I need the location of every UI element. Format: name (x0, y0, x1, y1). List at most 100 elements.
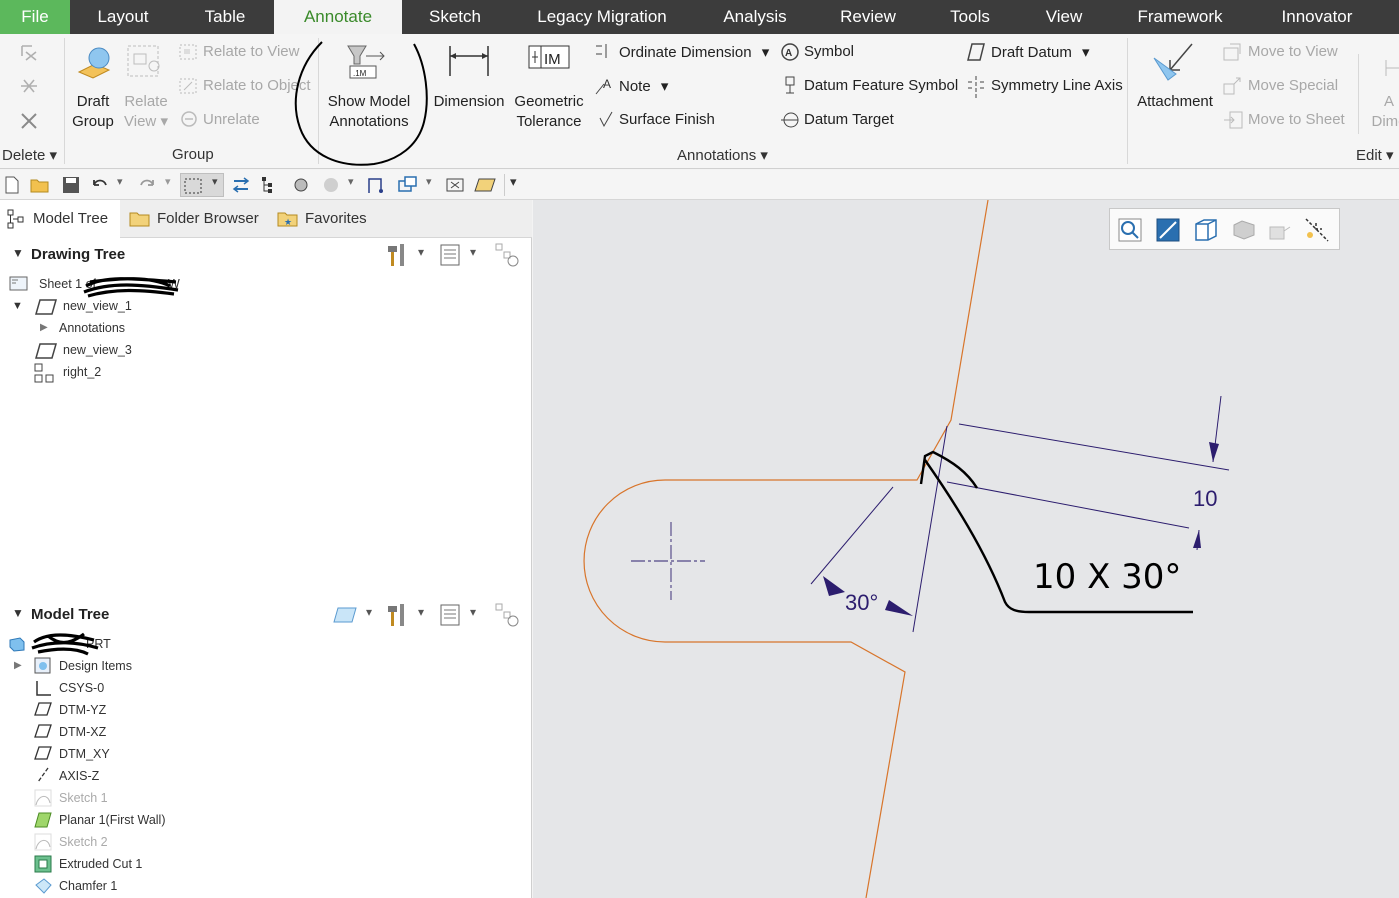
unrelate-button[interactable]: Unrelate (203, 111, 260, 128)
save-icon[interactable] (62, 176, 80, 194)
settings-tools-icon[interactable] (386, 602, 410, 628)
collapse-arrow-icon[interactable]: ▼ (12, 606, 24, 620)
geometric-tolerance-icon[interactable]: IM (526, 42, 572, 84)
view-manager-icon[interactable] (398, 176, 418, 194)
tree-item-dtm-xz[interactable]: DTM-XZ (59, 725, 106, 739)
sheet-icon[interactable] (474, 176, 496, 194)
saved-orientation-icon[interactable] (1266, 217, 1294, 243)
refit-icon[interactable] (1156, 218, 1180, 242)
delete-row-icon[interactable] (18, 42, 40, 64)
tree-item-dtm-xy[interactable]: DTM_XY (59, 747, 110, 761)
tree-item-design-items[interactable]: Design Items (59, 659, 132, 673)
symmetry-line-axis-button[interactable]: Symmetry Line Axis (991, 77, 1123, 94)
datum-display-icon[interactable] (366, 175, 386, 195)
move-to-view-button[interactable]: Move to View (1248, 43, 1338, 60)
delete-icon[interactable] (18, 110, 40, 132)
customize-dropdown-icon[interactable]: ▾ (510, 175, 517, 190)
menu-analysis[interactable]: Analysis (712, 0, 798, 34)
display-style-icon[interactable] (1230, 217, 1258, 243)
annotations-group-label[interactable]: Annotations ▾ (677, 146, 768, 164)
draft-group-button[interactable]: Draft Group (70, 92, 116, 132)
menu-annotate[interactable]: Annotate (274, 0, 402, 34)
dropdown-arrow-icon[interactable]: ▾ (470, 605, 476, 619)
dimension-icon[interactable] (446, 42, 492, 84)
menu-tools[interactable]: Tools (938, 0, 1002, 34)
tab-favorites[interactable]: ★ Favorites (274, 200, 394, 238)
tree-item-new-view-1[interactable]: new_view_1 (63, 299, 132, 313)
tree-item-sketch-2[interactable]: Sketch 2 (59, 835, 108, 849)
shading-icon[interactable] (322, 176, 340, 194)
dropdown-arrow-icon[interactable]: ▾ (470, 245, 476, 259)
dropdown-arrow-icon[interactable]: ▾ (348, 175, 354, 188)
menu-view[interactable]: View (1032, 0, 1096, 34)
new-icon[interactable] (4, 176, 20, 194)
menu-sketch[interactable]: Sketch (414, 0, 496, 34)
tab-folder-browser[interactable]: Folder Browser (124, 200, 270, 238)
relate-to-view-button[interactable]: Relate to View (203, 43, 299, 60)
expand-arrow-icon[interactable]: ▶ (40, 322, 48, 333)
part-icon[interactable] (332, 604, 360, 626)
menu-table[interactable]: Table (190, 0, 260, 34)
collapse-arrow-icon[interactable]: ▼ (12, 300, 23, 312)
dropdown-arrow-icon[interactable]: ▾ (165, 175, 171, 188)
relate-view-button[interactable]: Relate View ▾ (120, 92, 172, 132)
dropdown-arrow-icon[interactable]: ▾ (366, 605, 372, 619)
angle-dimension-text[interactable]: 30° (845, 590, 878, 615)
part-outline[interactable] (583, 200, 989, 898)
tree-item-csys-0[interactable]: CSYS-0 (59, 681, 104, 695)
expand-arrow-icon[interactable]: ▶ (14, 660, 22, 671)
attachment-button[interactable]: Attachment (1134, 92, 1216, 112)
symbol-button[interactable]: Symbol (804, 43, 854, 60)
select-box-button[interactable]: ▾ (180, 173, 224, 197)
delete-column-icon[interactable] (18, 76, 40, 98)
tree-item-sketch-1[interactable]: Sketch 1 (59, 791, 108, 805)
filter-tree-icon[interactable] (494, 602, 520, 628)
close-window-icon[interactable] (446, 176, 464, 194)
drawing-canvas[interactable]: 30° 10 10 X 30° (533, 200, 1399, 898)
tree-item-chamfer-1[interactable]: Chamfer 1 (59, 879, 117, 893)
draft-group-icon[interactable] (73, 42, 115, 84)
tree-item-annotations[interactable]: Annotations (59, 321, 125, 335)
datum-target-button[interactable]: Datum Target (804, 111, 894, 128)
menu-innovator[interactable]: Innovator (1264, 0, 1370, 34)
tree-item-extruded-cut-1[interactable]: Extruded Cut 1 (59, 857, 142, 871)
length-dimension-text[interactable]: 10 (1193, 486, 1217, 511)
draft-datum-button[interactable]: Draft Datum ▾ (991, 43, 1090, 61)
datum-feature-symbol-button[interactable]: Datum Feature Symbol (804, 77, 958, 94)
display-style-icon[interactable] (292, 176, 310, 194)
dropdown-arrow-icon[interactable]: ▾ (418, 245, 424, 259)
menu-review[interactable]: Review (826, 0, 910, 34)
tree-item-right-2[interactable]: right_2 (63, 365, 101, 379)
dimension-button[interactable]: Dimension (430, 92, 508, 112)
relate-view-icon[interactable] (124, 42, 166, 84)
geometric-tolerance-button[interactable]: Geometric Tolerance (510, 92, 588, 132)
filter-tree-icon[interactable] (494, 242, 520, 268)
delete-group-label[interactable]: Delete ▾ (2, 146, 57, 164)
edit-group-label[interactable]: Edit ▾ (1356, 146, 1394, 164)
note-button[interactable]: Note ▾ (619, 77, 668, 95)
dropdown-arrow-icon[interactable]: ▾ (117, 175, 123, 188)
regenerate-icon[interactable] (232, 176, 250, 194)
menu-layout[interactable]: Layout (80, 0, 166, 34)
ordinate-dimension-button[interactable]: Ordinate Dimension ▾ (619, 43, 769, 61)
menu-file[interactable]: File (0, 0, 70, 34)
zoom-icon[interactable] (1118, 218, 1142, 242)
move-to-sheet-button[interactable]: Move to Sheet (1248, 111, 1345, 128)
dropdown-arrow-icon[interactable]: ▾ (426, 175, 432, 188)
redo-icon[interactable] (137, 176, 157, 194)
menu-legacy-migration[interactable]: Legacy Migration (522, 0, 682, 34)
show-columns-icon[interactable] (440, 244, 460, 266)
menu-framework[interactable]: Framework (1124, 0, 1236, 34)
show-columns-icon[interactable] (440, 604, 460, 626)
move-special-button[interactable]: Move Special (1248, 77, 1338, 94)
repaint-icon[interactable] (1192, 216, 1220, 244)
tree-item-dtm-yz[interactable]: DTM-YZ (59, 703, 106, 717)
tree-item-new-view-3[interactable]: new_view_3 (63, 343, 132, 357)
cut-off-button[interactable]: A Dime (1364, 92, 1399, 132)
undo-icon[interactable] (90, 176, 110, 194)
tree-icon[interactable] (260, 176, 274, 194)
collapse-arrow-icon[interactable]: ▼ (12, 246, 24, 260)
settings-tools-icon[interactable] (386, 242, 410, 268)
tree-item-axis-z[interactable]: AXIS-Z (59, 769, 99, 783)
tree-item-planar-1[interactable]: Planar 1(First Wall) (59, 813, 166, 827)
